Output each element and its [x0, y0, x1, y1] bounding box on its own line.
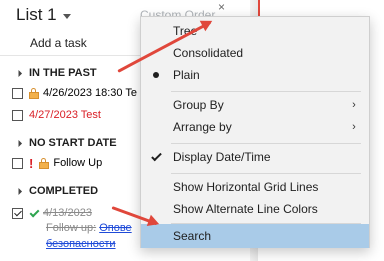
menu-separator — [171, 173, 361, 174]
task-details-label: Follow up: — [46, 222, 97, 234]
menu-item-consolidated[interactable]: Consolidated — [141, 41, 369, 65]
task-checkbox[interactable] — [12, 87, 23, 99]
app-window: List 1 Custom Order × Add a task IN THE … — [0, 0, 384, 261]
menu-item-label: Search — [173, 229, 212, 243]
task-checkbox[interactable] — [12, 109, 23, 121]
menu-item-search[interactable]: Search — [141, 224, 369, 248]
collapse-triangle-icon[interactable] — [14, 187, 23, 195]
menu-item-display-date-time[interactable]: Display Date/Time — [141, 145, 369, 169]
menu-item-label: Arrange by — [173, 120, 232, 134]
chevron-right-icon: › — [352, 121, 356, 133]
completed-check-icon — [29, 208, 39, 218]
menu-item-gutter — [141, 115, 171, 139]
task-title: 4/26/2023 18:30 Te — [43, 87, 137, 99]
list-title[interactable]: List 1 — [16, 5, 57, 25]
chevron-down-icon[interactable] — [62, 13, 71, 19]
close-icon[interactable]: × — [218, 0, 225, 14]
radio-dot-icon — [153, 72, 159, 78]
chevron-right-icon: › — [352, 99, 356, 111]
collapse-triangle-icon[interactable] — [14, 139, 23, 147]
menu-item-gutter — [141, 175, 171, 199]
menu-item-label: Group By — [173, 98, 224, 112]
menu-item-label: Show Alternate Line Colors — [173, 202, 318, 216]
menu-item-show-alternate-line-colors[interactable]: Show Alternate Line Colors — [141, 197, 369, 221]
lock-icon — [29, 87, 39, 99]
menu-item-gutter — [141, 93, 171, 117]
add-task-label: Add a task — [30, 35, 87, 50]
red-marker-line — [258, 0, 260, 16]
menu-item-gutter — [141, 19, 171, 43]
group-label: COMPLETED — [29, 185, 99, 197]
menu-item-label: Show Horizontal Grid Lines — [173, 180, 319, 194]
menu-item-plain[interactable]: Plain — [141, 63, 369, 87]
collapse-triangle-icon[interactable] — [14, 69, 23, 77]
task-date: 4/13/2023 — [43, 207, 92, 219]
task-details-link[interactable]: Опове — [99, 222, 131, 234]
menu-item-show-horizontal-grid-lines[interactable]: Show Horizontal Grid Lines — [141, 175, 369, 199]
context-menu: Tree Consolidated Plain Group By › Arran… — [140, 16, 370, 248]
menu-separator — [171, 91, 361, 92]
priority-icon: ! — [29, 155, 34, 171]
menu-item-gutter — [141, 145, 171, 169]
menu-item-label: Display Date/Time — [173, 150, 271, 164]
menu-separator — [171, 143, 361, 144]
task-checkbox[interactable] — [12, 157, 23, 169]
lock-icon — [39, 157, 50, 169]
checkmark-icon — [151, 152, 161, 162]
menu-item-gutter — [141, 63, 171, 87]
task-details-link[interactable]: безопасности — [46, 238, 116, 250]
group-label: IN THE PAST — [29, 67, 97, 79]
task-title: Follow Up — [53, 157, 103, 169]
task-checkbox[interactable] — [12, 207, 23, 219]
group-label: NO START DATE — [29, 137, 117, 149]
menu-item-arrange-by[interactable]: Arrange by › — [141, 115, 369, 139]
menu-item-label: Plain — [173, 68, 200, 82]
task-title: 4/27/2023 Test — [29, 109, 101, 121]
menu-item-label: Consolidated — [173, 46, 244, 60]
menu-item-group-by[interactable]: Group By › — [141, 93, 369, 117]
